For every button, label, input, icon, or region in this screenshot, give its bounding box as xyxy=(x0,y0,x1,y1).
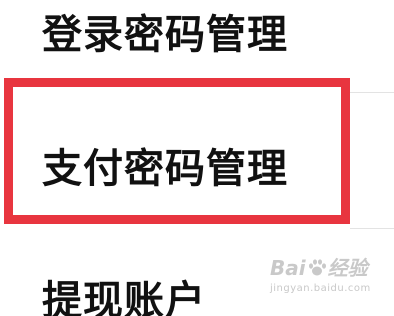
watermark-suffix: 经验 xyxy=(327,256,368,280)
watermark-brand: Bai xyxy=(270,256,306,280)
paw-icon xyxy=(308,259,326,276)
watermark-url: jingyan.baidu.com xyxy=(270,283,371,294)
menu-item-label: 提现账户 xyxy=(42,278,206,316)
menu-item-payment-password[interactable]: 支付密码管理 xyxy=(0,92,394,228)
menu-item-login-password[interactable]: 登录密码管理 xyxy=(0,0,394,92)
settings-screen: 登录密码管理 支付密码管理 提现账户 Bai 经验 jingyan.baidu.… xyxy=(0,0,394,316)
menu-item-label: 登录密码管理 xyxy=(42,12,288,58)
menu-item-label: 支付密码管理 xyxy=(42,146,288,192)
watermark: Bai 经验 jingyan.baidu.com xyxy=(270,252,370,302)
